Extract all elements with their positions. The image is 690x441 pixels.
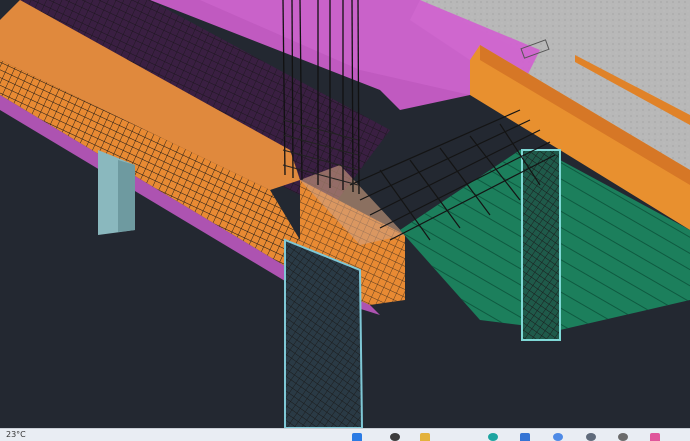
column-right xyxy=(521,149,561,341)
cad-3d-viewport[interactable] xyxy=(0,0,690,428)
column-center xyxy=(284,238,364,428)
windows-taskbar: 23°C xyxy=(0,428,690,441)
weather-text[interactable]: 23°C xyxy=(6,430,26,440)
small-column xyxy=(98,150,135,235)
